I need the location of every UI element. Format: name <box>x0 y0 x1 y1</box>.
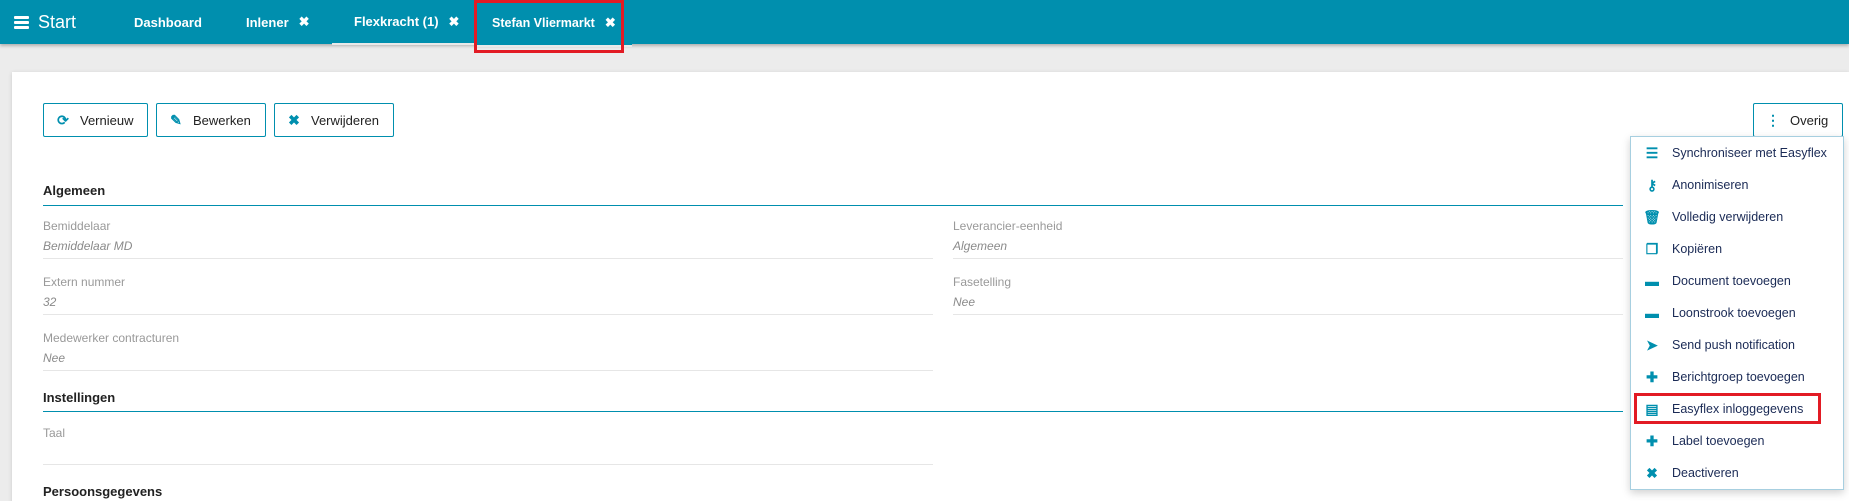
tab-flexkracht[interactable]: Flexkracht (1) ✖ <box>332 0 482 45</box>
field-label: Medewerker contracturen <box>43 331 180 345</box>
field-divider <box>953 314 1623 315</box>
field-divider <box>43 314 933 315</box>
highlight-box-tab <box>474 0 624 53</box>
start-menu-button[interactable]: Start <box>14 0 76 44</box>
close-icon: ✖ <box>1646 464 1658 481</box>
section-divider <box>43 411 1623 412</box>
more-button[interactable]: ⋮ Overig <box>1753 103 1843 137</box>
close-icon[interactable]: ✖ <box>449 14 460 30</box>
field-divider <box>953 258 1623 259</box>
field-label: Fasetelling <box>953 275 1012 289</box>
field-value: Bemiddelaar MD <box>43 239 133 253</box>
highlight-box-menu-item <box>1634 393 1821 424</box>
field-value: Algemeen <box>953 239 1008 253</box>
tab-label: Flexkracht (1) <box>354 14 439 29</box>
plus-icon: ✚ <box>1646 432 1658 449</box>
field-divider <box>43 370 933 371</box>
refresh-icon: ⟳ <box>57 111 69 128</box>
field-divider <box>43 258 933 259</box>
close-icon[interactable]: ✖ <box>299 14 310 30</box>
menu-item-label: Synchroniseer met Easyflex <box>1672 146 1827 160</box>
field-value: 32 <box>43 295 57 309</box>
folder-icon: ▬ <box>1645 305 1659 321</box>
key-icon: ⚷ <box>1646 176 1658 193</box>
more-vertical-icon: ⋮ <box>1766 111 1780 128</box>
menu-item-label: Send push notification <box>1672 338 1796 352</box>
menu-item-deactiveren[interactable]: ✖ Deactiveren <box>1631 458 1843 488</box>
trash-icon: 🗑 <box>1643 208 1661 225</box>
paper-plane-icon: ➤ <box>1646 336 1658 353</box>
menu-item-label: Deactiveren <box>1672 466 1739 480</box>
menu-item-label: Kopiëren <box>1672 242 1723 256</box>
edit-button[interactable]: ✎ Bewerken <box>156 103 266 137</box>
hamburger-icon <box>14 15 29 29</box>
field-label: Leverancier-eenheid <box>953 219 1063 233</box>
tab-dashboard[interactable]: Dashboard <box>134 0 202 44</box>
menu-item-label: Loonstrook toevoegen <box>1672 306 1796 320</box>
menu-item-label: Volledig verwijderen <box>1672 210 1784 224</box>
menu-item-label: Berichtgroep toevoegen <box>1672 370 1805 384</box>
tab-label: Inlener <box>246 14 289 30</box>
section-divider <box>43 205 1623 206</box>
section-title-instellingen: Instellingen <box>43 390 116 405</box>
menu-item-anonimiseren[interactable]: ⚷ Anonimiseren <box>1631 170 1843 200</box>
menu-item-kopieren[interactable]: ❐ Kopiëren <box>1631 234 1843 264</box>
tab-inlener[interactable]: Inlener ✖ <box>246 0 310 44</box>
close-icon: ✖ <box>288 111 300 128</box>
field-value: Nee <box>953 295 976 309</box>
field-label: Extern nummer <box>43 275 126 289</box>
delete-button[interactable]: ✖ Verwijderen <box>274 103 394 137</box>
section-title-persoonsgegevens: Persoonsgegevens <box>43 484 163 499</box>
refresh-button[interactable]: ⟳ Vernieuw <box>43 103 148 137</box>
field-label: Taal <box>43 426 66 440</box>
menu-item-document-toevoegen[interactable]: ▬ Document toevoegen <box>1631 266 1843 296</box>
menu-item-berichtgroep-toevoegen[interactable]: ✚ Berichtgroep toevoegen <box>1631 362 1843 392</box>
start-label: Start <box>38 11 77 32</box>
refresh-label: Vernieuw <box>80 112 134 128</box>
menu-item-label: Document toevoegen <box>1672 274 1791 288</box>
more-label: Overig <box>1790 112 1829 128</box>
list-icon: ☰ <box>1645 144 1659 161</box>
tab-label: Dashboard <box>134 14 202 30</box>
section-title-algemeen: Algemeen <box>43 183 106 198</box>
menu-item-label: Label toevoegen <box>1672 434 1765 448</box>
top-navigation-bar: Start Dashboard Inlener ✖ Flexkracht (1)… <box>0 0 1849 47</box>
pencil-icon: ✎ <box>170 111 182 128</box>
copy-icon: ❐ <box>1645 240 1659 257</box>
menu-item-loonstrook-toevoegen[interactable]: ▬ Loonstrook toevoegen <box>1631 298 1843 328</box>
field-divider <box>43 464 933 465</box>
plus-icon: ✚ <box>1646 368 1658 385</box>
menu-item-send-push-notification[interactable]: ➤ Send push notification <box>1631 330 1843 360</box>
folder-icon: ▬ <box>1645 273 1659 289</box>
edit-label: Bewerken <box>193 112 251 128</box>
field-label: Bemiddelaar <box>43 219 111 233</box>
field-value: Nee <box>43 351 66 365</box>
delete-label: Verwijderen <box>311 112 379 128</box>
menu-item-label-toevoegen[interactable]: ✚ Label toevoegen <box>1631 426 1843 456</box>
menu-item-synchroniseer[interactable]: ☰ Synchroniseer met Easyflex <box>1631 138 1843 168</box>
menu-item-volledig-verwijderen[interactable]: 🗑 Volledig verwijderen <box>1631 202 1843 232</box>
more-dropdown-menu: ☰ Synchroniseer met Easyflex ⚷ Anonimise… <box>1630 136 1844 490</box>
menu-item-label: Anonimiseren <box>1672 178 1749 192</box>
